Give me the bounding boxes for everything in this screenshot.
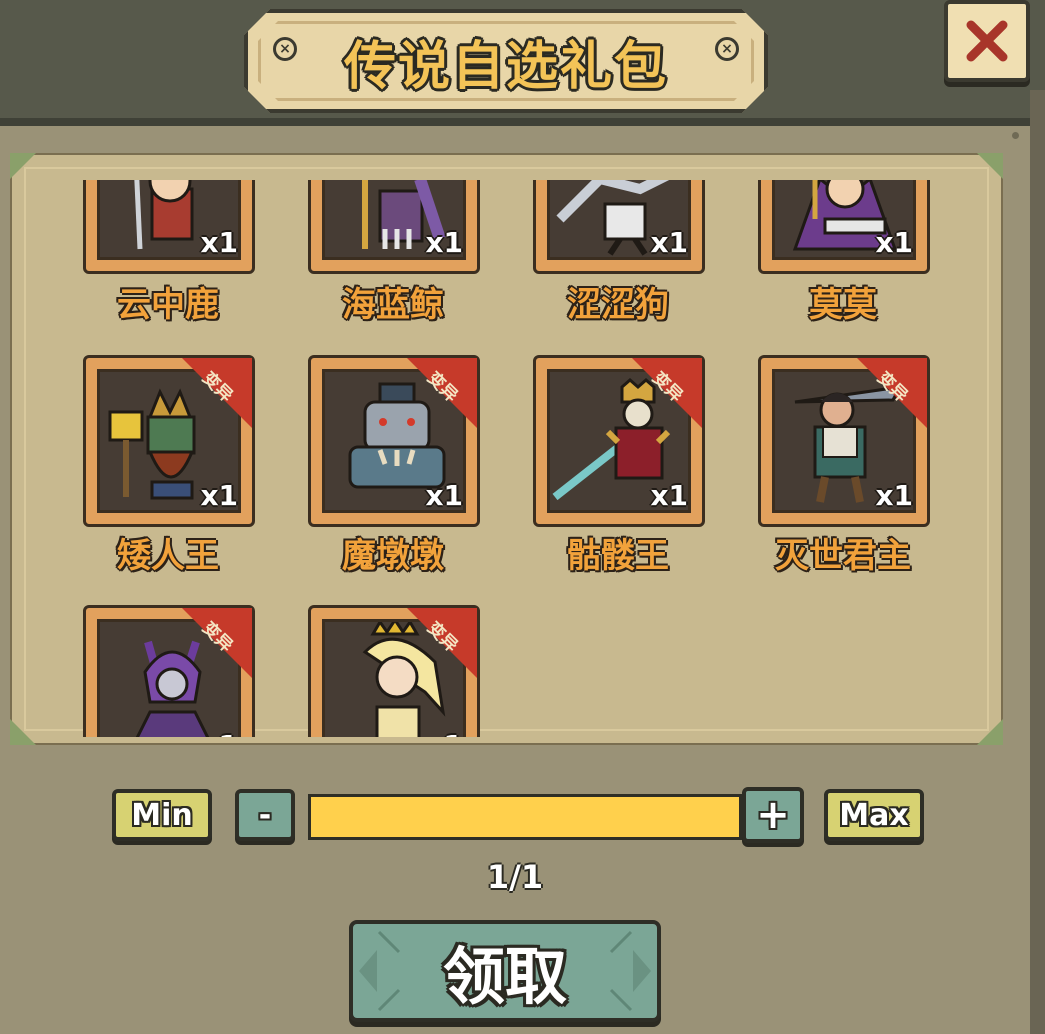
- item-card[interactable]: 变异 x1: [758, 355, 930, 527]
- increase-button[interactable]: +: [742, 787, 804, 843]
- item-name: 灭世君主: [775, 536, 911, 576]
- item-name: 魔墩墩: [342, 536, 444, 576]
- item-quantity: x1: [200, 729, 238, 737]
- scroll-indicator-dot: [1012, 132, 1019, 139]
- item-card[interactable]: 变异 x1: [308, 355, 480, 527]
- close-button[interactable]: [944, 0, 1030, 82]
- min-label: Min: [131, 797, 193, 833]
- plus-icon: +: [756, 792, 790, 838]
- item-name: 骷髅王: [567, 536, 669, 576]
- min-button[interactable]: Min: [112, 789, 212, 841]
- rivet-left-icon: ×: [273, 37, 297, 61]
- header-divider: [0, 118, 1045, 126]
- max-button[interactable]: Max: [824, 789, 924, 841]
- item-quantity: x1: [200, 226, 238, 259]
- claim-label: 领取: [442, 940, 567, 1013]
- item-quantity: x1: [875, 226, 913, 259]
- mutation-badge: 变异: [857, 358, 927, 428]
- item-card[interactable]: x1: [83, 180, 255, 274]
- item-card[interactable]: x1: [758, 180, 930, 274]
- title-plaque: 传说自选礼包: [244, 9, 768, 113]
- item-name: 莫莫: [809, 285, 877, 325]
- item-quantity: x1: [650, 226, 688, 259]
- item-quantity: x1: [200, 479, 238, 512]
- item-card[interactable]: 变异 x1: [308, 605, 480, 737]
- item-name: 云中鹿: [117, 285, 219, 325]
- quantity-count: 1/1: [486, 858, 544, 896]
- page-title: 传说自选礼包: [343, 36, 668, 97]
- slider-fill: [311, 797, 739, 837]
- item-quantity: x1: [875, 479, 913, 512]
- decrease-button[interactable]: -: [235, 789, 295, 841]
- item-name: 涩涩狗: [567, 285, 669, 325]
- close-x-icon: [966, 20, 1008, 62]
- panel-right-rail: [1030, 90, 1045, 1034]
- item-name: 海蓝鲸: [342, 285, 444, 325]
- item-list-viewport[interactable]: x1 云中鹿 x1 海蓝鲸 x1 涩涩狗 x1 莫莫 变异 x1 矮人王 变异 …: [20, 180, 985, 737]
- quantity-slider[interactable]: [308, 794, 742, 840]
- item-card[interactable]: 变异 x1: [533, 355, 705, 527]
- minus-icon: -: [258, 797, 272, 833]
- mutation-badge: 变异: [407, 358, 477, 428]
- item-quantity: x1: [650, 479, 688, 512]
- claim-button[interactable]: 领取: [349, 920, 661, 1022]
- mutation-badge: 变异: [182, 608, 252, 678]
- mutation-badge: 变异: [182, 358, 252, 428]
- rivet-right-icon: ×: [715, 37, 739, 61]
- mutation-badge: 变异: [632, 358, 702, 428]
- item-name: 矮人王: [117, 536, 219, 576]
- item-card[interactable]: x1: [308, 180, 480, 274]
- max-label: Max: [839, 797, 909, 833]
- item-quantity: x1: [425, 479, 463, 512]
- item-card[interactable]: 变异 x1: [83, 605, 255, 737]
- item-card[interactable]: 变异 x1: [83, 355, 255, 527]
- corner-ornament-icon: [977, 153, 1003, 179]
- mutation-badge: 变异: [407, 608, 477, 678]
- item-quantity: x1: [425, 226, 463, 259]
- item-card[interactable]: x1: [533, 180, 705, 274]
- item-quantity: x1: [425, 729, 463, 737]
- corner-ornament-icon: [10, 153, 36, 179]
